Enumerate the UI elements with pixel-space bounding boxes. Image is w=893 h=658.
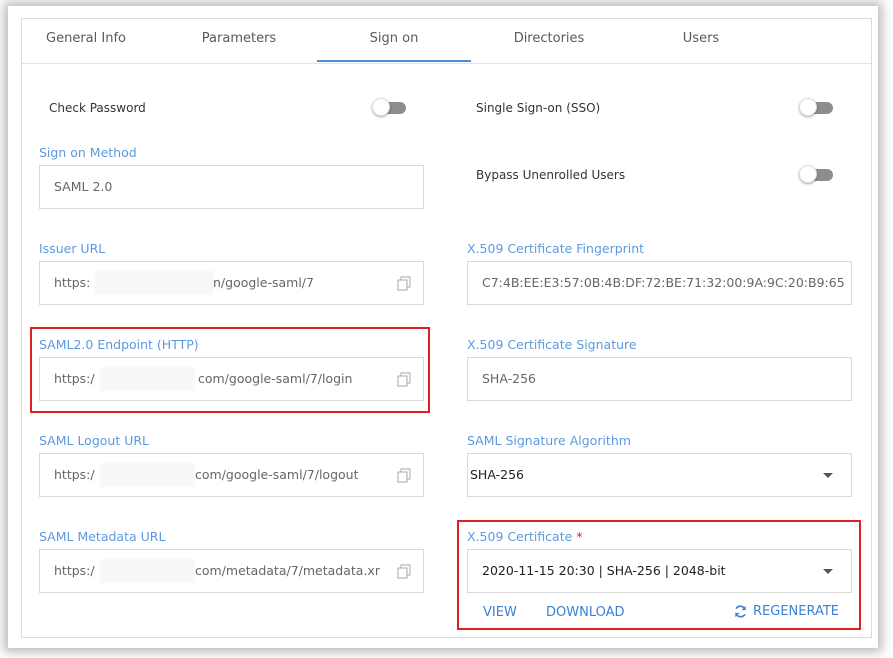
bypass-label: Bypass Unenrolled Users — [476, 168, 626, 182]
tab-users[interactable]: Users — [646, 31, 756, 46]
cert-signature-field[interactable]: SHA-256 — [467, 357, 852, 401]
issuer-url-label: Issuer URL — [39, 241, 106, 256]
toggle-knob — [799, 165, 817, 183]
check-password-label: Check Password — [49, 101, 146, 115]
redacted-area — [100, 463, 195, 487]
metadata-url-prefix: https:/ — [54, 563, 95, 578]
issuer-url-prefix: https: — [54, 275, 91, 290]
tab-directories[interactable]: Directories — [492, 31, 606, 46]
metadata-url-field[interactable]: https:/ com/metadata/7/metadata.xn — [39, 549, 424, 593]
fingerprint-value: C7:4B:EE:E3:57:0B:4B:DF:72:BE:71:32:00:9… — [482, 275, 844, 290]
sig-algorithm-value: SHA-256 — [470, 467, 524, 482]
sso-label: Single Sign-on (SSO) — [476, 101, 601, 115]
sso-toggle[interactable] — [799, 98, 833, 116]
fingerprint-label: X.509 Certificate Fingerprint — [467, 241, 645, 256]
logout-url-label: SAML Logout URL — [39, 433, 150, 448]
tab-bar: General Info Parameters Sign on Director… — [22, 19, 871, 64]
check-password-toggle[interactable] — [372, 98, 406, 116]
copy-icon[interactable] — [397, 564, 411, 579]
cert-signature-value: SHA-256 — [482, 371, 536, 386]
metadata-url-suffix: com/metadata/7/metadata.xn — [195, 563, 380, 578]
tab-general-info[interactable]: General Info — [30, 31, 142, 46]
logout-url-prefix: https:/ — [54, 467, 95, 482]
bypass-toggle[interactable] — [799, 165, 833, 183]
sig-algorithm-select[interactable]: SHA-256 — [467, 453, 852, 497]
issuer-url-field[interactable]: https: n/google-saml/7 — [39, 261, 424, 305]
toggle-knob — [372, 98, 390, 116]
issuer-url-suffix: n/google-saml/7 — [213, 275, 314, 290]
endpoint-highlight-box — [30, 327, 430, 413]
certificate-highlight-box — [457, 520, 861, 630]
copy-icon[interactable] — [397, 276, 411, 291]
active-tab-indicator — [317, 60, 471, 62]
tab-sign-on[interactable]: Sign on — [337, 31, 451, 46]
sign-on-method-value: SAML 2.0 — [54, 179, 113, 194]
chevron-down-icon — [823, 473, 833, 478]
sig-algorithm-label: SAML Signature Algorithm — [467, 433, 631, 448]
sign-on-method-label: Sign on Method — [39, 145, 137, 160]
cert-signature-label: X.509 Certificate Signature — [467, 337, 637, 352]
screenshot-frame: General Info Parameters Sign on Director… — [0, 0, 893, 658]
redacted-area — [100, 559, 195, 583]
metadata-url-label: SAML Metadata URL — [39, 529, 166, 544]
tab-parameters[interactable]: Parameters — [182, 31, 296, 46]
redacted-area — [95, 271, 213, 295]
logout-url-suffix: com/google-saml/7/logout — [195, 467, 359, 482]
logout-url-field[interactable]: https:/ com/google-saml/7/logout — [39, 453, 424, 497]
toggle-knob — [799, 98, 817, 116]
copy-icon[interactable] — [397, 468, 411, 483]
fingerprint-field[interactable]: C7:4B:EE:E3:57:0B:4B:DF:72:BE:71:32:00:9… — [467, 261, 852, 305]
sign-on-method-field[interactable]: SAML 2.0 — [39, 165, 424, 209]
